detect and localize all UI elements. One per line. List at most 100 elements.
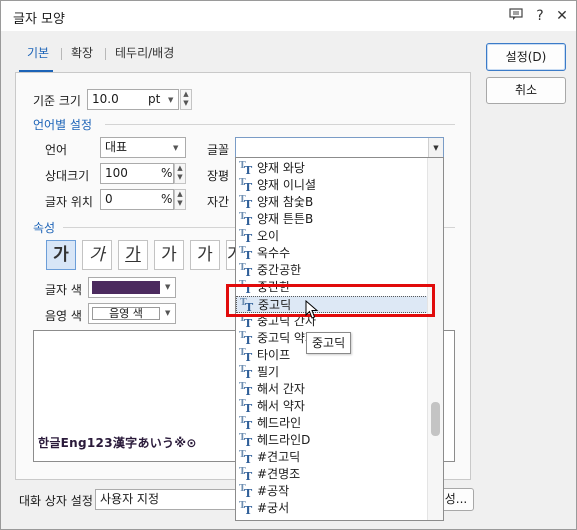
font-tooltip: 중고딕 — [306, 332, 352, 354]
font-name: 양재 참숯B — [257, 195, 314, 209]
relative-size-input[interactable]: 100 % — [100, 163, 174, 184]
dialog-title: 글자 모양 — [13, 12, 65, 27]
font-name: #견명조 — [257, 467, 301, 481]
shade-color-picker[interactable]: 음영 색 ▼ — [88, 303, 176, 324]
truetype-font-icon: TT — [239, 348, 253, 364]
truetype-font-icon: TT — [239, 246, 253, 262]
position-spinner[interactable]: ▲ ▼ — [174, 189, 186, 210]
font-list-item[interactable]: T T 필기 — [236, 364, 428, 381]
comment-icon[interactable] — [505, 5, 527, 27]
chevron-down-icon[interactable]: ▼ — [165, 283, 170, 291]
font-name: 양재 와당 — [257, 161, 305, 175]
language-label: 언어 — [45, 143, 68, 157]
font-list-item[interactable]: T T 헤드라인D — [236, 432, 428, 449]
font-name: 헤드라인 — [257, 416, 302, 430]
truetype-font-icon: TT — [239, 484, 253, 500]
mouse-cursor-icon — [305, 300, 319, 319]
shade-color-swatch: 음영 색 — [92, 307, 160, 320]
preview-text: 한글Eng123漢字あいう※⊙ — [38, 436, 197, 450]
font-name: 타이프 — [257, 348, 291, 362]
italic-button[interactable]: 가 — [82, 240, 112, 270]
font-list-item[interactable]: T T #견고딕 — [236, 449, 428, 466]
lang-section-title: 언어별 설정 — [33, 118, 93, 132]
strikethrough-button[interactable]: 가 — [154, 240, 184, 270]
font-list-item[interactable]: T T 옥수수 — [236, 245, 428, 262]
font-name: 헤드라인D — [257, 433, 311, 447]
base-size-input[interactable]: 10.0 pt ▼ — [87, 89, 179, 110]
font-list-item[interactable]: T T 헤드라인 — [236, 415, 428, 432]
relative-size-spinner[interactable]: ▲ ▼ — [174, 163, 186, 184]
font-list-item[interactable]: T T #공작 — [236, 483, 428, 500]
font-list-item[interactable]: T T 해서 약자 — [236, 398, 428, 415]
section-divider — [105, 124, 455, 125]
base-size-value: 10.0 — [92, 92, 119, 106]
font-name: #궁서 — [257, 501, 290, 515]
tab-basic[interactable]: 기본 — [23, 39, 53, 67]
title-bar: 글자 모양 ? ✕ — [1, 1, 576, 31]
font-combobox[interactable]: ▼ — [235, 137, 444, 159]
chevron-down-icon[interactable]: ▼ — [173, 139, 178, 158]
truetype-font-icon: TT — [239, 178, 253, 194]
position-unit: % — [161, 192, 173, 206]
font-name: 해서 간자 — [257, 382, 305, 396]
truetype-font-icon: TT — [239, 212, 253, 228]
base-size-spinner[interactable]: ▲ ▼ — [180, 89, 192, 110]
font-list-item[interactable]: T T 양재 와당 — [236, 160, 428, 177]
chevron-down-icon[interactable]: ▼ — [428, 138, 443, 158]
dialog-setting-select[interactable]: 사용자 지정 — [95, 489, 240, 510]
font-list-item[interactable]: T T 오이 — [236, 228, 428, 245]
font-name: 해서 약자 — [257, 399, 305, 413]
position-value: 0 — [105, 192, 113, 206]
font-list-scrollbar[interactable] — [427, 158, 443, 520]
underline-button[interactable]: 가 — [118, 240, 148, 270]
tab-separator — [61, 48, 62, 60]
chevron-down-icon[interactable]: ▼ — [168, 91, 173, 110]
tab-extended[interactable]: 확장 — [67, 39, 97, 67]
font-name: 옥수수 — [257, 246, 291, 260]
chevron-down-icon[interactable]: ▼ — [165, 309, 170, 317]
font-list-item[interactable]: T T #궁서 — [236, 500, 428, 517]
char-width-label: 장평 — [207, 169, 230, 183]
close-icon[interactable]: ✕ — [551, 5, 573, 27]
truetype-font-icon: TT — [239, 195, 253, 211]
relative-size-label: 상대크기 — [45, 169, 90, 183]
font-name: 양재 이니셜 — [257, 178, 317, 192]
char-shape-dialog: 글자 모양 ? ✕ 기본 확장 테두리/배경 설정(D) 취소 기준 크기 10… — [0, 0, 577, 530]
truetype-font-icon: TT — [239, 161, 253, 177]
font-name: #견고딕 — [257, 450, 301, 464]
outline-button[interactable]: 가 — [190, 240, 220, 270]
bold-button[interactable]: 가 — [46, 240, 76, 270]
font-list-item[interactable]: T T #견명조 — [236, 466, 428, 483]
language-value: 대표 — [105, 140, 128, 154]
cancel-button[interactable]: 취소 — [486, 77, 566, 104]
relative-size-unit: % — [161, 166, 173, 180]
attr-section-title: 속성 — [33, 221, 56, 235]
text-color-swatch — [92, 281, 160, 294]
help-icon[interactable]: ? — [529, 5, 551, 27]
font-name: 양재 튼튼B — [257, 212, 314, 226]
font-list-item[interactable]: T T 중간공한 — [236, 262, 428, 279]
truetype-font-icon: TT — [239, 433, 253, 449]
ok-button[interactable]: 설정(D) — [486, 43, 566, 71]
base-size-unit: pt — [148, 92, 161, 106]
truetype-font-icon: TT — [239, 382, 253, 398]
dialog-setting-label: 대화 상자 설정 — [19, 494, 93, 508]
tab-separator — [105, 48, 106, 60]
truetype-font-icon: TT — [239, 365, 253, 381]
dialog-setting-value: 사용자 지정 — [100, 492, 160, 506]
tab-border-background[interactable]: 테두리/배경 — [111, 39, 178, 67]
truetype-font-icon: TT — [239, 450, 253, 466]
font-list-item[interactable]: T T 해서 간자 — [236, 381, 428, 398]
font-list-item[interactable]: T T 양재 참숯B — [236, 194, 428, 211]
truetype-font-icon: TT — [239, 229, 253, 245]
language-select[interactable]: 대표 ▼ — [100, 137, 186, 158]
scrollbar-thumb[interactable] — [431, 402, 440, 436]
truetype-font-icon: TT — [239, 467, 253, 483]
font-list-item[interactable]: T T 양재 튼튼B — [236, 211, 428, 228]
truetype-font-icon: TT — [239, 263, 253, 279]
font-list-item[interactable]: T T 양재 이니셜 — [236, 177, 428, 194]
position-input[interactable]: 0 % — [100, 189, 174, 210]
text-color-picker[interactable]: ▼ — [88, 277, 176, 298]
kerning-label: 자간 — [207, 195, 230, 209]
shade-color-label: 음영 색 — [45, 309, 82, 323]
